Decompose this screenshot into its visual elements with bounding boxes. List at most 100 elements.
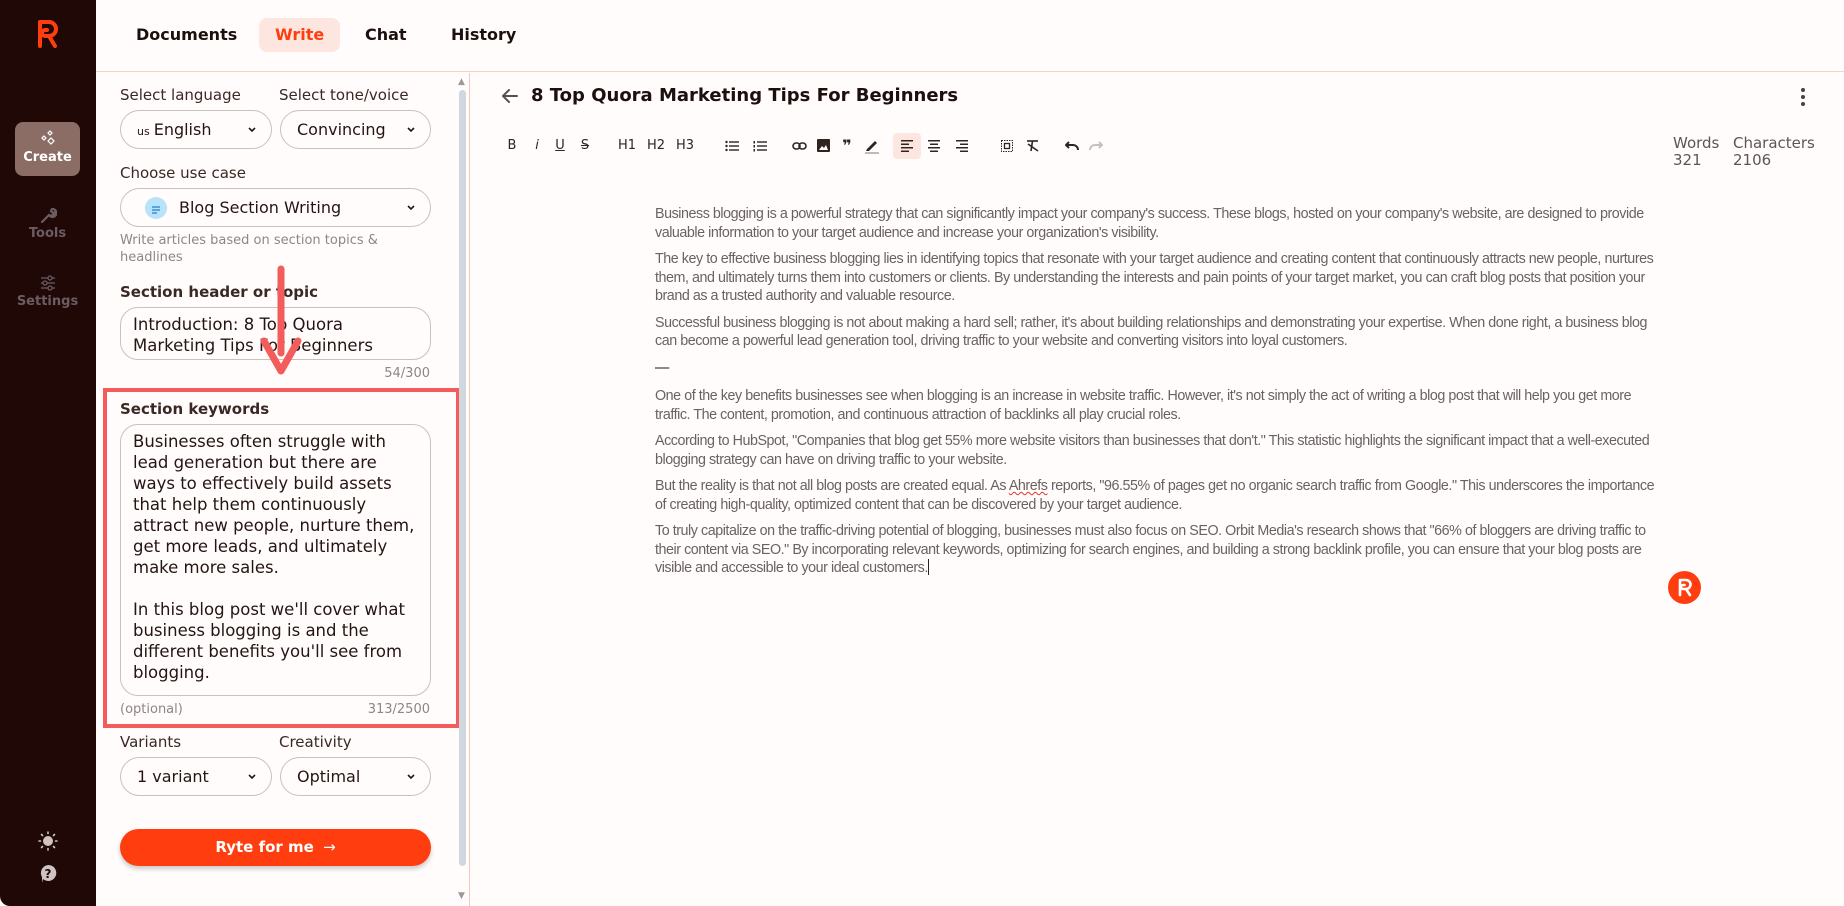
bullet-list-icon: [725, 140, 739, 151]
align-center-button[interactable]: [923, 133, 945, 159]
link-icon: [791, 141, 807, 150]
underline-button[interactable]: U: [549, 133, 571, 159]
characters-label: Characters: [1733, 134, 1815, 152]
creativity-value: Optimal: [297, 767, 361, 786]
words-value: 321: [1673, 151, 1702, 169]
rytr-assistant-button[interactable]: [1668, 571, 1701, 604]
align-right-icon: [956, 139, 968, 152]
section-keywords-count: 313/2500: [367, 702, 430, 717]
heading1-button[interactable]: H1: [616, 133, 638, 159]
document-body[interactable]: Business blogging is a powerful strategy…: [655, 205, 1655, 586]
language-value: English: [153, 120, 212, 139]
bold-button[interactable]: B: [501, 133, 523, 159]
document-title[interactable]: 8 Top Quora Marketing Tips For Beginners: [531, 85, 958, 106]
paragraph: One of the key benefits businesses see w…: [655, 388, 1632, 423]
sidebar-item-label: Tools: [28, 226, 67, 241]
image-icon: [816, 139, 830, 152]
characters-value: 2106: [1733, 151, 1772, 169]
select-all-button[interactable]: [996, 133, 1018, 159]
section-keywords-label: Section keywords: [120, 400, 270, 418]
sidebar-item-tools[interactable]: Tools: [15, 198, 80, 252]
heading3-button[interactable]: H3: [674, 133, 696, 159]
paragraph: But the reality is that not all blog pos…: [655, 477, 1655, 514]
use-case-label: Choose use case: [120, 164, 246, 182]
annotation-arrow-icon: [260, 265, 302, 375]
tab-documents[interactable]: Documents: [120, 18, 253, 52]
chevron-down-icon: [248, 127, 256, 133]
section-header-count: 54/300: [384, 366, 430, 381]
numbered-list-button[interactable]: [749, 133, 771, 159]
sidebar-item-settings[interactable]: Settings: [15, 266, 80, 320]
paragraph: The key to effective business blogging l…: [655, 251, 1654, 304]
scroll-down-icon[interactable]: ▼: [458, 891, 465, 901]
tab-chat[interactable]: Chat: [349, 18, 423, 52]
undo-icon: [1064, 140, 1079, 150]
rytr-logo-icon[interactable]: [36, 18, 60, 48]
back-arrow-icon[interactable]: [501, 87, 519, 105]
creativity-label: Creativity: [279, 733, 352, 751]
strikethrough-button[interactable]: S: [574, 133, 596, 159]
use-case-hint: Write articles based on section topics &…: [120, 233, 378, 265]
text-run: To truly capitalize on the traffic-drivi…: [655, 523, 1646, 576]
undo-button[interactable]: [1061, 133, 1083, 159]
numbered-list-icon: [753, 140, 767, 151]
tone-select[interactable]: Convincing: [280, 110, 431, 149]
sliders-icon: [40, 275, 55, 291]
paragraph: To truly capitalize on the traffic-drivi…: [655, 522, 1655, 578]
arrow-right-icon: →: [323, 838, 336, 856]
sidebar-item-label: Settings: [16, 294, 79, 309]
wrench-icon: [40, 207, 57, 224]
use-case-select[interactable]: Blog Section Writing: [120, 188, 431, 227]
link-button[interactable]: [788, 133, 810, 159]
us-flag-icon: us: [137, 125, 150, 138]
ryte-for-me-button[interactable]: Ryte for me →: [120, 829, 431, 866]
more-options-icon[interactable]: [1799, 87, 1807, 107]
panel-scrollbar[interactable]: [459, 90, 466, 866]
align-left-icon: [901, 139, 913, 152]
language-select[interactable]: us English: [120, 110, 272, 149]
scroll-up-icon[interactable]: ▲: [458, 77, 465, 87]
highlighter-pen-icon: [865, 140, 879, 154]
chevron-down-icon: [407, 774, 415, 780]
tab-history[interactable]: History: [435, 18, 532, 52]
redo-button[interactable]: [1085, 133, 1107, 159]
spellcheck-word[interactable]: Ahrefs: [1009, 478, 1048, 494]
editor: 8 Top Quora Marketing Tips For Beginners…: [471, 73, 1844, 906]
chevron-down-icon: [407, 205, 415, 211]
align-center-icon: [928, 139, 940, 152]
clear-format-button[interactable]: [1021, 133, 1043, 159]
write-form-panel: Select language Select tone/voice us Engl…: [96, 73, 470, 906]
image-button[interactable]: [812, 133, 834, 159]
paragraph: Successful business blogging is not abou…: [655, 314, 1647, 350]
optional-note: (optional): [120, 702, 183, 717]
chevron-down-icon: [407, 127, 415, 133]
italic-button[interactable]: i: [526, 133, 548, 159]
variants-select[interactable]: 1 variant: [120, 757, 272, 796]
section-keywords-input[interactable]: Businesses often struggle with lead gene…: [120, 424, 431, 696]
sun-icon[interactable]: [38, 831, 58, 851]
words-label: Words: [1673, 134, 1720, 152]
clear-format-icon: [1026, 140, 1038, 152]
highlight-button[interactable]: [861, 133, 883, 159]
align-left-button[interactable]: [893, 133, 921, 159]
language-label: Select language: [120, 86, 241, 104]
chevron-down-icon: [248, 774, 256, 780]
paragraph: Business blogging is a powerful strategy…: [655, 206, 1644, 241]
select-box-icon: [1001, 139, 1013, 152]
redo-icon: [1089, 140, 1104, 150]
bullet-list-button[interactable]: [721, 133, 743, 159]
help-icon[interactable]: ?: [38, 864, 58, 884]
paragraph: According to HubSpot, "Companies that bl…: [655, 433, 1650, 468]
align-right-button[interactable]: [951, 133, 973, 159]
variants-label: Variants: [120, 733, 182, 751]
top-nav: Documents Write Chat History: [96, 0, 1844, 72]
ryte-for-me-label: Ryte for me: [215, 838, 314, 856]
quote-button[interactable]: ❞: [836, 133, 858, 159]
creativity-select[interactable]: Optimal: [280, 757, 431, 796]
tab-write[interactable]: Write: [259, 18, 341, 52]
sidebar-item-create[interactable]: Create: [15, 122, 80, 176]
variants-value: 1 variant: [137, 767, 209, 786]
heading2-button[interactable]: H2: [645, 133, 667, 159]
rytr-logo-icon: [1678, 578, 1692, 597]
tone-value: Convincing: [297, 120, 386, 139]
